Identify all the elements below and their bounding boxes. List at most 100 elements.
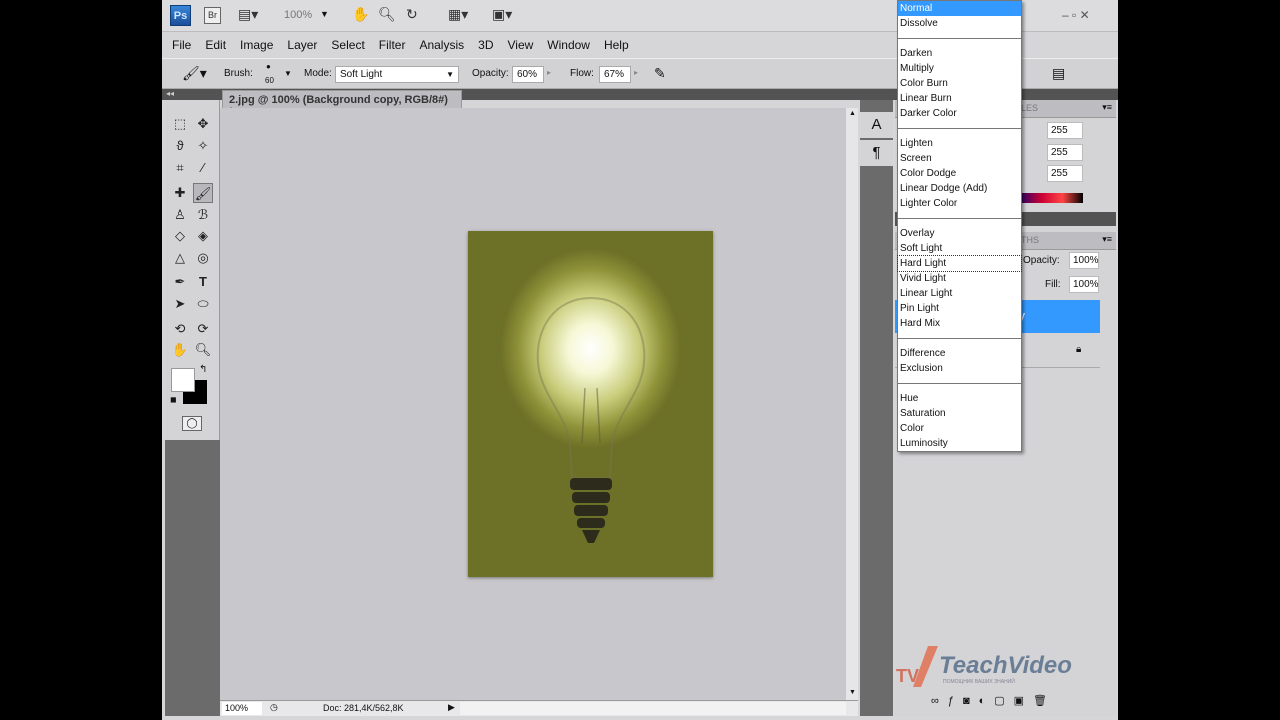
menu-3d[interactable]: 3D: [478, 38, 493, 52]
blend-mode-option[interactable]: Vivid Light: [898, 271, 1021, 286]
eyedropper-icon[interactable]: ⁄: [193, 158, 213, 178]
menu-analysis[interactable]: Analysis: [419, 38, 464, 52]
mode-select[interactable]: Soft Light ▼: [335, 66, 459, 83]
menu-help[interactable]: Help: [604, 38, 629, 52]
swap-colors-icon[interactable]: ↰: [199, 364, 207, 375]
menu-window[interactable]: Window: [547, 38, 590, 52]
vertical-scrollbar[interactable]: ▲ ▼: [846, 108, 858, 700]
blend-mode-option[interactable]: Darken: [898, 46, 1021, 61]
magic-wand-icon[interactable]: ✧: [193, 136, 213, 156]
arrange-icon[interactable]: ▦▾: [448, 6, 468, 23]
panel-menu-icon[interactable]: ▾≡: [1102, 102, 1112, 113]
blend-mode-option[interactable]: Dissolve: [898, 16, 1021, 31]
dodge-tool-icon[interactable]: ◎: [193, 248, 213, 268]
lasso-tool-icon[interactable]: ϑ: [170, 136, 190, 156]
foreground-color-swatch[interactable]: [171, 368, 195, 392]
type-tool-icon[interactable]: T: [193, 272, 213, 292]
window-controls[interactable]: – ▫ ✕: [1062, 8, 1090, 22]
airbrush-icon[interactable]: ✎: [654, 65, 666, 82]
layer-opacity-input[interactable]: 100%: [1069, 252, 1099, 269]
eraser-icon[interactable]: ◇: [170, 226, 190, 246]
brush-dot-icon[interactable]: ●: [266, 62, 271, 71]
green-value[interactable]: 255: [1047, 144, 1083, 161]
red-value[interactable]: 255: [1047, 122, 1083, 139]
blur-tool-icon[interactable]: △: [170, 248, 190, 268]
status-zoom[interactable]: 100%: [222, 702, 262, 715]
blend-mode-option[interactable]: Screen: [898, 151, 1021, 166]
tab-paths[interactable]: THS: [1021, 235, 1039, 245]
default-colors-icon[interactable]: ◼: [170, 395, 177, 404]
tab-styles[interactable]: LES: [1021, 103, 1038, 113]
menu-edit[interactable]: Edit: [205, 38, 226, 52]
hand-icon[interactable]: ✋: [352, 6, 369, 23]
blend-mode-option[interactable]: Soft Light: [898, 241, 1021, 256]
blend-mode-option[interactable]: Linear Dodge (Add): [898, 181, 1021, 196]
screen-mode-icon[interactable]: ▤▾: [238, 6, 258, 23]
healing-brush-icon[interactable]: ✚: [170, 183, 190, 203]
blend-mode-option[interactable]: Lighten: [898, 136, 1021, 151]
pen-tool-icon[interactable]: ✒: [170, 272, 190, 292]
clone-stamp-icon[interactable]: ♙: [170, 205, 190, 225]
fill-input[interactable]: 100%: [1069, 276, 1099, 293]
horizontal-scrollbar[interactable]: [460, 702, 846, 715]
chevron-down-icon[interactable]: ▼: [284, 69, 292, 78]
marquee-tool-icon[interactable]: ⬚: [170, 114, 190, 134]
blend-mode-option[interactable]: Multiply: [898, 61, 1021, 76]
blend-mode-option[interactable]: Overlay: [898, 226, 1021, 241]
opacity-slider-arrow-icon[interactable]: ▸: [547, 68, 551, 77]
color-ramp[interactable]: [1021, 193, 1083, 203]
zoom-tool-icon[interactable]: 🔍︎: [193, 340, 213, 360]
blend-mode-option[interactable]: Lighter Color: [898, 196, 1021, 211]
blend-mode-option[interactable]: Hard Mix: [898, 316, 1021, 331]
flow-input[interactable]: 67%: [599, 66, 631, 83]
blend-mode-option[interactable]: Difference: [898, 346, 1021, 361]
hand-tool-icon[interactable]: ✋: [170, 340, 190, 360]
blend-mode-option[interactable]: Linear Burn: [898, 91, 1021, 106]
menu-file[interactable]: File: [172, 38, 191, 52]
collapse-icon[interactable]: ◂◂: [166, 89, 174, 98]
paragraph-panel-icon[interactable]: ¶: [860, 140, 893, 166]
blend-mode-option[interactable]: Color Burn: [898, 76, 1021, 91]
quick-mask-icon[interactable]: ◯: [182, 416, 202, 431]
bridge-button[interactable]: Br: [204, 7, 221, 24]
menu-select[interactable]: Select: [331, 38, 364, 52]
layers-panel-footer-icons[interactable]: ∞ƒ◙◐▢▣🗑︎: [931, 694, 1056, 707]
zoom-icon[interactable]: 🔍︎: [378, 6, 396, 23]
blue-value[interactable]: 255: [1047, 165, 1083, 182]
blend-mode-option[interactable]: Pin Light: [898, 301, 1021, 316]
flow-slider-arrow-icon[interactable]: ▸: [634, 68, 638, 77]
blend-mode-option[interactable]: Exclusion: [898, 361, 1021, 376]
shape-tool-icon[interactable]: ⬭: [193, 294, 213, 314]
blend-mode-option[interactable]: Color: [898, 421, 1021, 436]
panel-menu-icon[interactable]: ▾≡: [1102, 234, 1112, 245]
path-selection-icon[interactable]: ➤: [170, 294, 190, 314]
canvas-area[interactable]: [220, 108, 858, 700]
paint-bucket-icon[interactable]: ◈: [193, 226, 213, 246]
document-tab[interactable]: 2.jpg @ 100% (Background copy, RGB/8#) *…: [222, 90, 462, 118]
zoom-level-select[interactable]: 100%: [284, 9, 312, 21]
panel-menu-icon[interactable]: ▤: [1052, 65, 1065, 82]
blend-mode-option[interactable]: Saturation: [898, 406, 1021, 421]
blend-mode-option[interactable]: Darker Color: [898, 106, 1021, 121]
character-panel-icon[interactable]: A: [860, 112, 893, 138]
brush-tool-preset-icon[interactable]: 🖌︎▾: [182, 65, 207, 82]
status-menu-arrow-icon[interactable]: ▶: [448, 702, 455, 713]
history-brush-icon[interactable]: ℬ: [193, 205, 213, 225]
scroll-down-icon[interactable]: ▼: [849, 689, 856, 696]
menu-image[interactable]: Image: [240, 38, 273, 52]
rotate-view-icon[interactable]: ↻: [406, 6, 418, 23]
blend-mode-option[interactable]: Hard Light: [897, 255, 1022, 272]
brush-tool-icon[interactable]: 🖌︎: [193, 183, 213, 203]
status-info-icon[interactable]: ◷: [270, 702, 278, 713]
crop-tool-icon[interactable]: ⌗: [170, 158, 190, 178]
chevron-down-icon[interactable]: ▼: [320, 9, 329, 19]
scroll-up-icon[interactable]: ▲: [849, 110, 856, 117]
blend-mode-option[interactable]: Color Dodge: [898, 166, 1021, 181]
menu-view[interactable]: View: [507, 38, 533, 52]
blend-mode-option[interactable]: Luminosity: [898, 436, 1021, 451]
3d-rotate-icon[interactable]: ⟲: [170, 319, 190, 339]
move-tool-icon[interactable]: ✥: [193, 114, 213, 134]
blend-mode-option[interactable]: Hue: [898, 391, 1021, 406]
screen-icon[interactable]: ▣▾: [492, 6, 512, 23]
menu-layer[interactable]: Layer: [287, 38, 317, 52]
